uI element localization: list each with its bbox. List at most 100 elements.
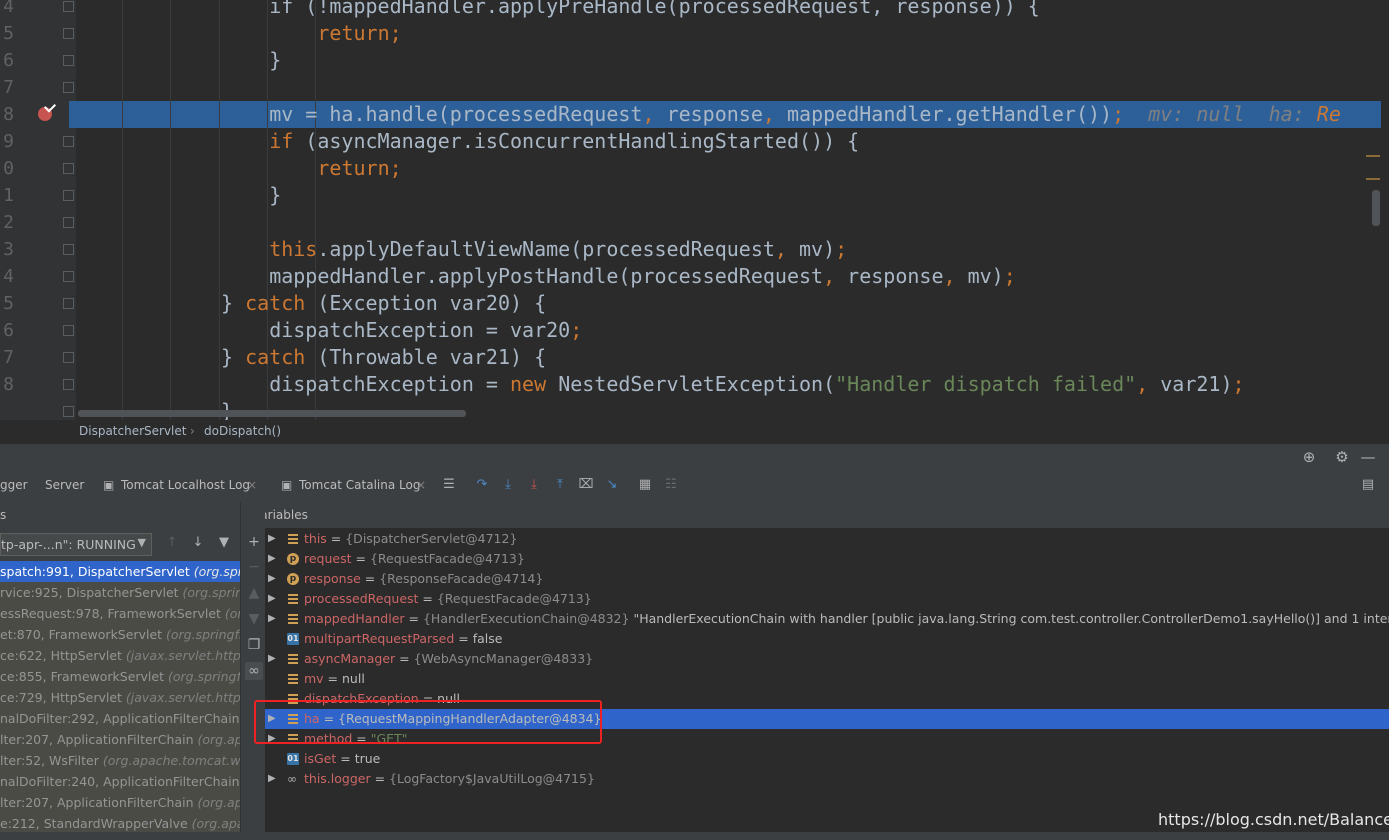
horizontal-scrollbar[interactable]	[78, 410, 466, 417]
code-line[interactable]: this.applyDefaultViewName(processedReque…	[269, 236, 847, 263]
tab-server[interactable]: Server	[45, 478, 84, 492]
breadcrumb-class[interactable]: DispatcherServlet	[79, 424, 186, 438]
fold-marker-icon[interactable]	[63, 352, 74, 363]
tab-debugger[interactable]: gger	[0, 478, 28, 492]
minimize-icon[interactable]: —	[1359, 448, 1377, 466]
code-line[interactable]: mv = ha.handle(processedRequest, respons…	[269, 101, 1341, 128]
stack-frame[interactable]: spatch:991, DispatcherServlet (org.sprin…	[0, 561, 240, 582]
fold-marker-icon[interactable]	[63, 271, 74, 282]
expand-arrow-icon[interactable]: ▶	[268, 569, 276, 589]
copy-icon[interactable]: ❐	[245, 636, 263, 654]
tab-tomcat-catalina-log[interactable]: Tomcat Catalina Log	[299, 478, 420, 492]
filter-icon[interactable]: ▼	[216, 535, 232, 551]
close-icon[interactable]: ×	[247, 478, 257, 492]
stack-frame[interactable]: lter:207, ApplicationFilterChain (org.ap…	[0, 729, 240, 750]
tab-tomcat-localhost-log[interactable]: Tomcat Localhost Log	[121, 478, 250, 492]
layout-icon[interactable]: ▤	[1360, 477, 1376, 493]
remove-icon[interactable]: −	[245, 558, 263, 576]
fold-marker-icon[interactable]	[63, 298, 74, 309]
line-number: 4	[3, 266, 14, 287]
expand-arrow-icon[interactable]: ▶	[268, 549, 276, 569]
variable-row[interactable]: ▶ p request = {RequestFacade@4713}	[265, 549, 1389, 569]
error-stripe-mark[interactable]	[1366, 178, 1380, 180]
fold-marker-icon[interactable]	[63, 82, 74, 93]
variable-row[interactable]: 01 multipartRequestParsed = false	[265, 629, 1389, 649]
code-line[interactable]: } catch (Throwable var21) {	[221, 344, 546, 371]
code-line[interactable]: dispatchException = new NestedServletExc…	[269, 371, 1244, 398]
fold-marker-icon[interactable]	[63, 379, 74, 390]
expand-arrow-icon[interactable]: ▶	[268, 609, 276, 629]
expand-arrow-icon[interactable]: ▶	[268, 589, 276, 609]
watermark: https://blog.csdn.net/Balance_1	[1158, 810, 1389, 829]
code-line[interactable]: return;	[317, 20, 401, 47]
gear-icon[interactable]: ⚙	[1333, 448, 1351, 466]
run-to-cursor-icon[interactable]: ↘	[604, 477, 620, 493]
stack-frame[interactable]: lter:207, ApplicationFilterChain (org.ap…	[0, 792, 240, 813]
code-token: mv = ha.handle(processedRequest	[269, 102, 643, 126]
arrow-down-icon[interactable]: ↓	[190, 535, 206, 551]
variable-row[interactable]: mv = null	[265, 669, 1389, 689]
fold-marker-icon[interactable]	[63, 28, 74, 39]
code-editor[interactable]: 4 5 6 7 8 9 0 1 2 3 4 5 6 7 8 if (!mappedHandler.apply…	[0, 0, 1389, 420]
down-icon[interactable]: ▼	[245, 610, 263, 628]
breadcrumb-method[interactable]: doDispatch()	[204, 424, 281, 438]
variable-row[interactable]: ▶ processedRequest = {RequestFacade@4713}	[265, 589, 1389, 609]
add-icon[interactable]: +	[245, 533, 263, 551]
expand-arrow-icon[interactable]: ▶	[268, 649, 276, 669]
variable-row[interactable]: 01 isGet = true	[265, 749, 1389, 769]
editor-gutter[interactable]: 4 5 6 7 8 9 0 1 2 3 4 5 6 7 8	[0, 0, 76, 420]
expand-arrow-icon[interactable]: ▶	[268, 769, 276, 789]
fold-marker-icon[interactable]	[63, 1, 74, 12]
variable-row[interactable]: ▶ asyncManager = {WebAsyncManager@4833}	[265, 649, 1389, 669]
variable-row[interactable]: ▶ p response = {ResponseFacade@4714}	[265, 569, 1389, 589]
step-out-icon[interactable]: ⤒	[552, 477, 568, 493]
trace-icon[interactable]: ☷	[663, 477, 679, 493]
fold-marker-icon[interactable]	[63, 325, 74, 336]
stack-frame[interactable]: essRequest:978, FrameworkServlet (org.s	[0, 603, 240, 624]
menu-icon[interactable]: ☰	[441, 477, 457, 493]
code-line[interactable]: dispatchException = var20;	[269, 317, 582, 344]
fold-marker-icon[interactable]	[63, 136, 74, 147]
stack-frame[interactable]: rvice:925, DispatcherServlet (org.spring…	[0, 582, 240, 603]
expand-arrow-icon[interactable]: ▶	[268, 529, 276, 549]
stack-frame[interactable]: et:870, FrameworkServlet (org.springfram…	[0, 624, 240, 645]
fold-marker-icon[interactable]	[63, 406, 74, 417]
variable-row[interactable]: ▶ mappedHandler = {HandlerExecutionChain@…	[265, 609, 1389, 629]
code-line[interactable]: if (!mappedHandler.applyPreHandle(proces…	[269, 0, 1040, 20]
fold-marker-icon[interactable]	[63, 217, 74, 228]
show-execution-point-icon[interactable]: ↷	[474, 477, 490, 493]
evaluate-icon[interactable]: ▦	[637, 477, 653, 493]
stack-frame[interactable]: e:212, StandardWrapperValve (org.apac	[0, 813, 240, 834]
code-line[interactable]: } catch (Exception var20) {	[221, 290, 546, 317]
stack-frame[interactable]: ce:855, FrameworkServlet (org.springfram	[0, 666, 240, 687]
fold-marker-icon[interactable]	[63, 190, 74, 201]
fold-marker-icon[interactable]	[63, 163, 74, 174]
thread-selector[interactable]: tp-apr-...n": RUNNING ▼	[0, 533, 152, 556]
stack-frame-package: (org.springframe	[166, 627, 240, 642]
close-icon[interactable]: ×	[416, 478, 426, 492]
fold-marker-icon[interactable]	[63, 55, 74, 66]
variable-name: isGet	[304, 751, 337, 766]
fold-marker-icon[interactable]	[63, 244, 74, 255]
error-stripe-mark[interactable]	[1366, 155, 1380, 157]
target-icon[interactable]: ⊕	[1300, 448, 1318, 466]
step-over-icon[interactable]: ⤓	[500, 477, 516, 493]
vertical-scrollbar[interactable]	[1372, 190, 1380, 226]
arrow-up-icon[interactable]: ↑	[164, 535, 180, 551]
code-line[interactable]: if (asyncManager.isConcurrentHandlingSta…	[269, 128, 859, 155]
stack-frame[interactable]: ce:729, HttpServlet (javax.servlet.http)	[0, 687, 240, 708]
variable-row[interactable]: ▶ this = {DispatcherServlet@4712}	[265, 529, 1389, 549]
stack-frame[interactable]: nalDoFilter:240, ApplicationFilterChain …	[0, 771, 240, 792]
code-line[interactable]: mappedHandler.applyPostHandle(processedR…	[269, 263, 1016, 290]
step-into-icon[interactable]: ⤓	[526, 477, 542, 493]
stack-frame[interactable]: ce:622, HttpServlet (javax.servlet.http)	[0, 645, 240, 666]
drop-frame-icon[interactable]: ⌧	[578, 477, 594, 493]
variable-row[interactable]: ▶ ∞ this.logger = {LogFactory$JavaUtilLog@…	[265, 769, 1389, 789]
watches-icon[interactable]: ∞	[245, 662, 263, 680]
stack-frame[interactable]: lter:52, WsFilter (org.apache.tomcat.web…	[0, 750, 240, 771]
code-line[interactable]: return;	[317, 155, 401, 182]
code-line[interactable]: }	[269, 182, 281, 209]
up-icon[interactable]: ▲	[245, 584, 263, 602]
code-line[interactable]: }	[269, 47, 281, 74]
stack-frame[interactable]: nalDoFilter:292, ApplicationFilterChain …	[0, 708, 240, 729]
